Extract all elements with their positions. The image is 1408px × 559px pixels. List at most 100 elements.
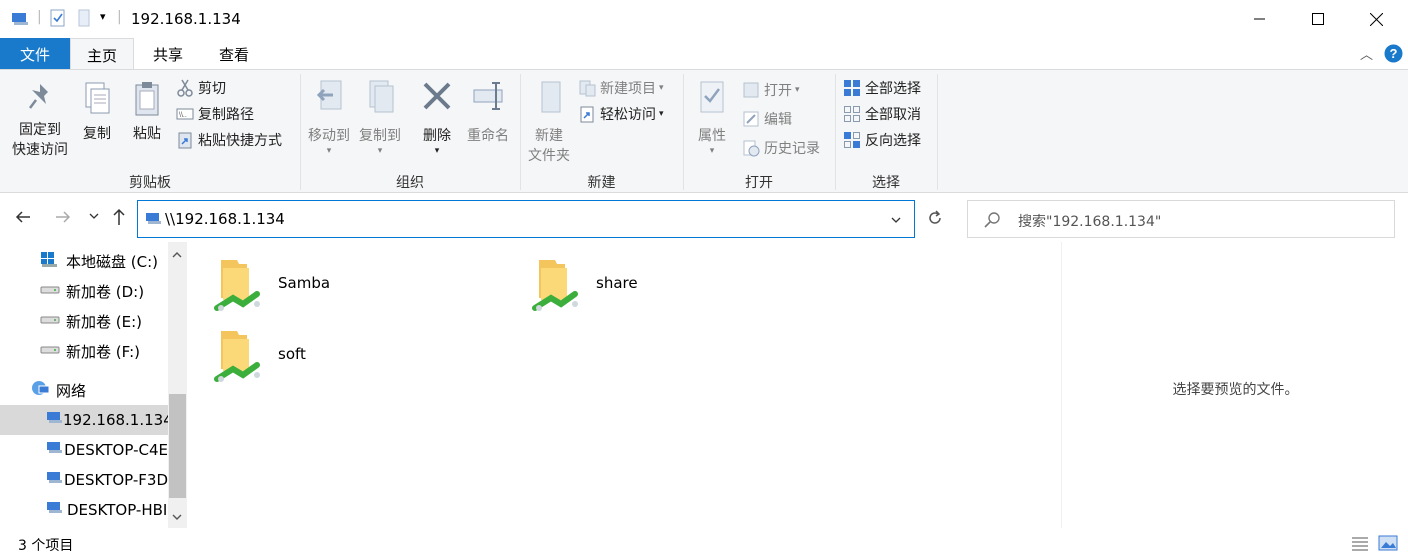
nav-item-drive-d[interactable]: 新加卷 (D:) xyxy=(0,276,168,306)
nav-item-label: 本地磁盘 (C:) xyxy=(66,252,158,271)
details-view-icon[interactable] xyxy=(1350,535,1370,555)
refresh-icon[interactable] xyxy=(926,209,944,231)
properties-quick-icon[interactable] xyxy=(49,9,67,31)
paste-button[interactable]: 粘贴 xyxy=(126,80,168,144)
ribbon: 固定到 快速访问 复制 粘贴 剪切 \\.. 复制路径 粘贴快捷方式 剪贴板 移… xyxy=(0,69,1408,193)
pin-label-1: 固定到 xyxy=(19,122,61,138)
rename-button[interactable]: 重命名 xyxy=(463,78,513,146)
copy-button[interactable]: 复制 xyxy=(76,80,118,144)
search-input[interactable]: 搜索"192.168.1.134" xyxy=(1018,211,1161,231)
large-icons-view-icon[interactable] xyxy=(1378,534,1398,556)
dropdown-arrow-icon: ▾ xyxy=(326,146,332,156)
dropdown-arrow-icon: ▾ xyxy=(709,146,715,156)
pin-icon xyxy=(29,84,48,109)
nav-item-host[interactable]: DESKTOP-HBI xyxy=(0,495,168,525)
forward-button[interactable] xyxy=(54,208,72,230)
up-button[interactable] xyxy=(110,207,128,231)
nav-item-drive-c[interactable]: 本地磁盘 (C:) xyxy=(0,246,168,276)
paste-icon xyxy=(135,82,159,116)
address-bar[interactable]: \\192.168.1.134 xyxy=(137,200,915,238)
scroll-up-icon[interactable] xyxy=(171,248,183,264)
paste-shortcut-button[interactable]: 粘贴快捷方式 xyxy=(176,128,282,152)
new-folder-button[interactable]: 新建 文件夹 xyxy=(524,78,574,166)
select-all-icon xyxy=(843,79,861,97)
dropdown-arrow-icon: ▾ xyxy=(659,109,664,119)
edit-label: 编辑 xyxy=(764,112,792,128)
tab-file[interactable]: 文件 xyxy=(0,38,70,69)
minimize-button[interactable] xyxy=(1230,0,1290,38)
scissors-icon xyxy=(176,79,194,97)
history-label: 历史记录 xyxy=(764,141,820,157)
open-button[interactable]: 打开 ▾ xyxy=(742,78,800,102)
shared-folder-icon xyxy=(213,325,263,389)
separator: | xyxy=(37,9,42,25)
edit-button[interactable]: 编辑 xyxy=(742,107,792,131)
dropdown-arrow-icon: ▾ xyxy=(795,85,800,95)
group-separator xyxy=(937,74,938,190)
select-all-label: 全部选择 xyxy=(865,81,921,97)
new-folder-quick-icon[interactable] xyxy=(76,9,92,31)
search-box[interactable]: 搜索"192.168.1.134" xyxy=(967,200,1395,238)
pin-quick-access-button[interactable]: 固定到 快速访问 xyxy=(6,80,74,160)
status-bar: 3 个项目 xyxy=(0,528,1408,559)
back-button[interactable] xyxy=(14,208,32,230)
nav-item-drive-f[interactable]: 新加卷 (F:) xyxy=(0,336,168,366)
preview-pane: 选择要预览的文件。 xyxy=(1061,242,1408,528)
delete-button[interactable]: 删除 ▾ xyxy=(415,78,459,156)
computer-icon xyxy=(45,500,67,520)
history-button[interactable]: 历史记录 xyxy=(742,136,820,160)
drive-icon xyxy=(40,312,62,330)
address-path[interactable]: \\192.168.1.134 xyxy=(165,210,285,228)
nav-item-host-selected[interactable]: 192.168.1.134 xyxy=(0,405,168,435)
tab-view[interactable]: 查看 xyxy=(202,38,266,69)
help-icon[interactable]: ? xyxy=(1384,44,1403,67)
address-dropdown-icon[interactable] xyxy=(890,214,902,230)
invert-selection-icon xyxy=(843,131,861,149)
paste-label: 粘贴 xyxy=(133,126,161,142)
svg-text:?: ? xyxy=(1390,46,1398,61)
nav-item-host[interactable]: DESKTOP-C4E xyxy=(0,435,168,465)
copy-path-button[interactable]: \\.. 复制路径 xyxy=(176,102,254,126)
computer-icon xyxy=(45,470,64,490)
copy-to-button[interactable]: 复制到 ▾ xyxy=(355,78,405,156)
customize-toolbar-icon[interactable]: ▾ xyxy=(100,10,106,23)
collapse-ribbon-icon[interactable]: ︿ xyxy=(1360,44,1373,63)
recent-locations-button[interactable] xyxy=(88,210,100,226)
select-all-button[interactable]: 全部选择 xyxy=(843,76,921,100)
nav-item-drive-e[interactable]: 新加卷 (E:) xyxy=(0,306,168,336)
nav-item-label: 网络 xyxy=(56,381,87,400)
history-icon xyxy=(742,139,760,157)
move-to-label: 移动到 xyxy=(308,128,350,144)
folder-item[interactable]: Samba xyxy=(213,254,330,318)
move-to-button[interactable]: 移动到 ▾ xyxy=(304,78,354,156)
properties-button[interactable]: 属性 ▾ xyxy=(690,78,734,156)
svg-text:\\..: \\.. xyxy=(179,112,187,119)
preview-message: 选择要预览的文件。 xyxy=(1172,382,1299,398)
folder-name: share xyxy=(596,274,638,292)
drive-icon xyxy=(40,282,62,300)
cut-label: 剪切 xyxy=(198,81,226,97)
invert-selection-button[interactable]: 反向选择 xyxy=(843,128,921,152)
select-none-button[interactable]: 全部取消 xyxy=(843,102,921,126)
group-label-organize: 组织 xyxy=(396,175,424,191)
nav-item-network[interactable]: 网络 xyxy=(0,375,168,405)
close-button[interactable] xyxy=(1346,0,1406,38)
group-label-new: 新建 xyxy=(587,175,616,191)
copy-label: 复制 xyxy=(83,126,111,142)
nav-scrollbar[interactable] xyxy=(168,242,187,528)
nav-item-host[interactable]: DESKTOP-F3D xyxy=(0,465,168,495)
maximize-button[interactable] xyxy=(1288,0,1348,38)
tab-home[interactable]: 主页 xyxy=(70,38,134,70)
cut-button[interactable]: 剪切 xyxy=(176,76,226,100)
scroll-thumb[interactable] xyxy=(169,394,186,498)
navigation-pane: 本地磁盘 (C:) 新加卷 (D:) 新加卷 (E:) 新加卷 (F:) 网络 … xyxy=(0,242,187,528)
computer-icon xyxy=(144,210,162,232)
folder-item[interactable]: share xyxy=(531,254,638,318)
scroll-down-icon[interactable] xyxy=(171,510,183,526)
shared-folder-icon xyxy=(531,254,581,318)
tab-share[interactable]: 共享 xyxy=(136,38,200,69)
new-item-button[interactable]: 新建项目 ▾ xyxy=(578,76,664,100)
nav-item-label: DESKTOP-C4E xyxy=(64,441,168,459)
easy-access-button[interactable]: 轻松访问 ▾ xyxy=(578,102,664,126)
folder-item[interactable]: soft xyxy=(213,325,306,389)
